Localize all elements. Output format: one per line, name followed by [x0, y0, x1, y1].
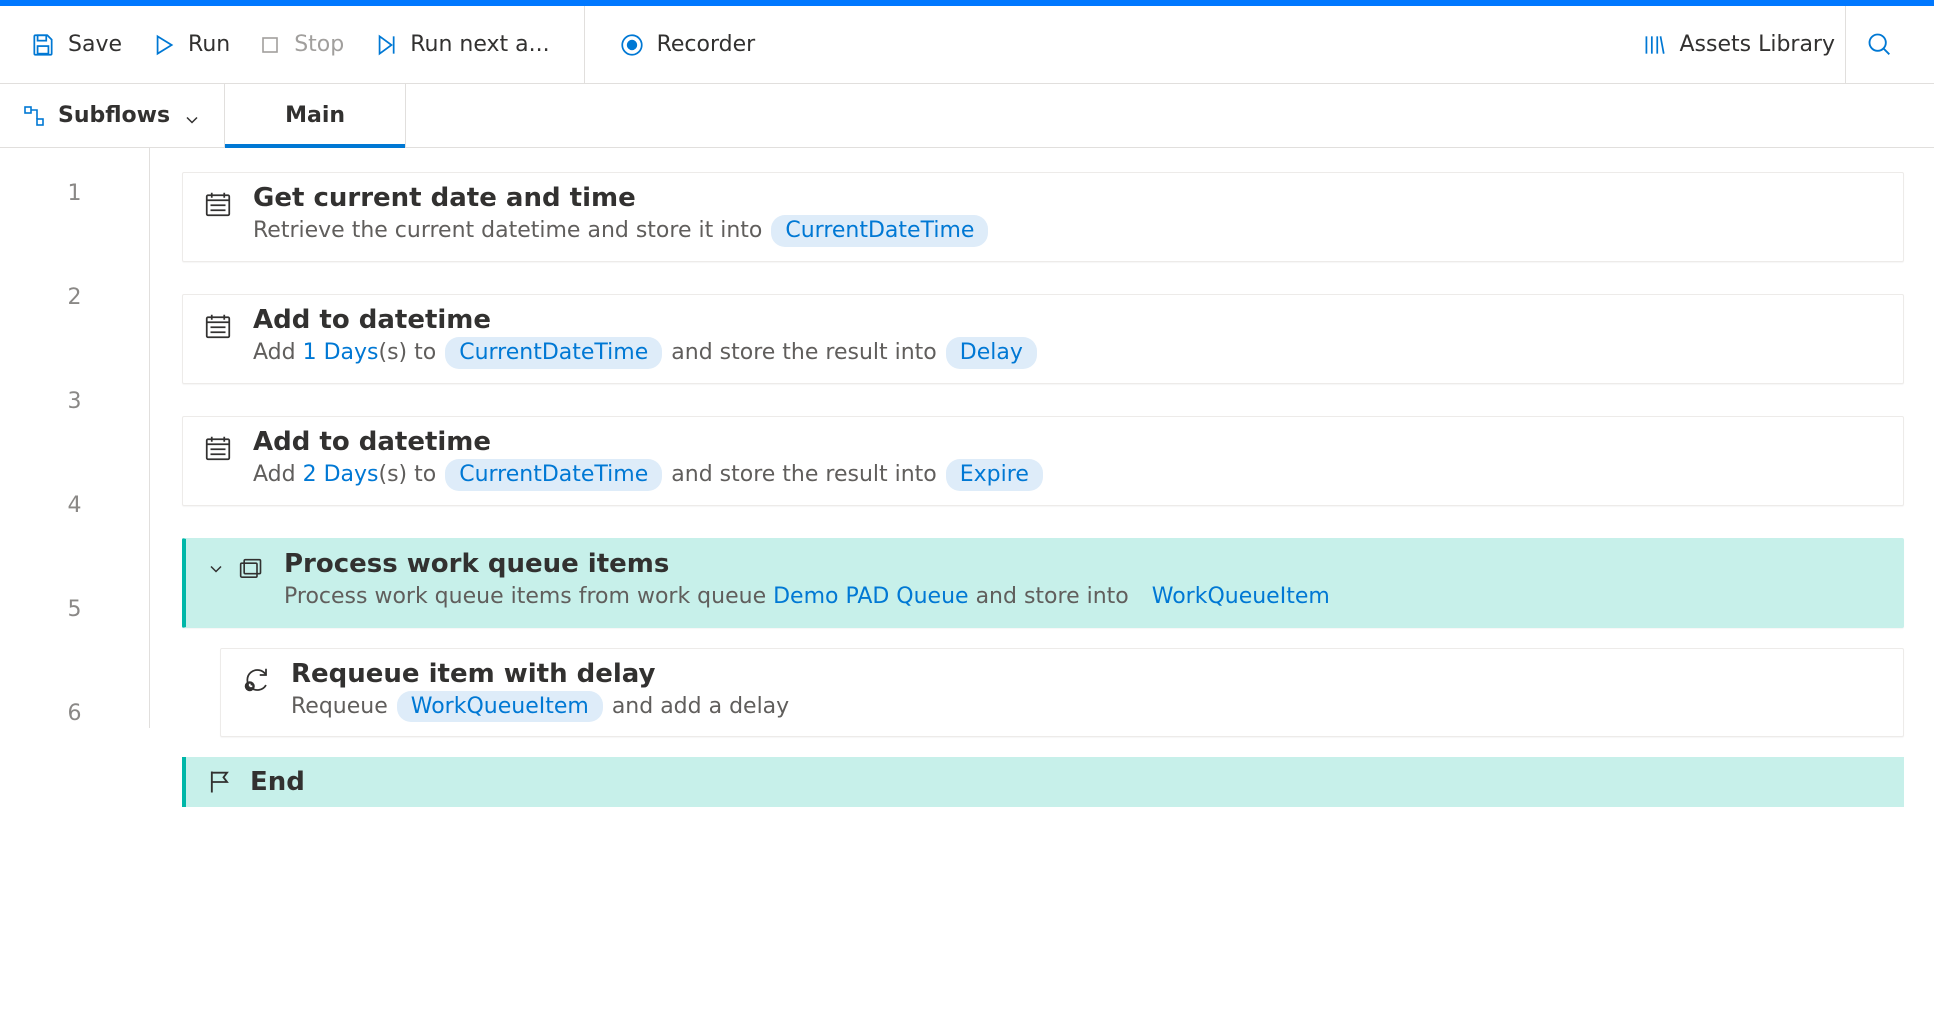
variable-pill[interactable]: CurrentDateTime: [445, 459, 662, 491]
value-link[interactable]: 1 Days: [303, 340, 379, 365]
step-body: Add to datetime Add 2 Days(s) to Current…: [253, 427, 1883, 491]
step-end[interactable]: End: [182, 757, 1904, 807]
desc-text: and store the result into: [671, 462, 944, 487]
step-title: Get current date and time: [253, 183, 1883, 213]
chevron-down-icon: [182, 110, 202, 130]
stop-icon: [258, 33, 282, 57]
desc-text: Retrieve the current datetime and store …: [253, 218, 769, 243]
step-get-datetime[interactable]: Get current date and time Retrieve the c…: [182, 172, 1904, 262]
variable-pill[interactable]: Delay: [946, 337, 1037, 369]
desc-text: Add: [253, 340, 303, 365]
line-number: 1: [68, 178, 82, 208]
subflows-dropdown[interactable]: Subflows: [0, 84, 225, 147]
play-icon: [150, 32, 176, 58]
line-number: 6: [68, 698, 82, 728]
line-number: 5: [68, 594, 82, 624]
step-desc: Add 1 Days(s) to CurrentDateTime and sto…: [253, 337, 1883, 369]
variable-pill[interactable]: WorkQueueItem: [397, 691, 603, 723]
value-link[interactable]: 2 Days: [303, 462, 379, 487]
desc-text: Add: [253, 462, 303, 487]
step-process-queue[interactable]: Process work queue items Process work qu…: [182, 538, 1904, 628]
line-gutter: 1 2 3 4 5 6: [0, 148, 150, 728]
tabs-row: Subflows Main: [0, 84, 1934, 148]
desc-text: Requeue: [291, 694, 395, 719]
recorder-label: Recorder: [657, 32, 756, 57]
step-title: End: [250, 767, 305, 797]
calendar-icon: [203, 427, 233, 463]
desc-text: Process work queue items from work queue: [284, 584, 773, 609]
variable-pill[interactable]: Expire: [946, 459, 1043, 491]
save-button[interactable]: Save: [20, 26, 132, 64]
save-label: Save: [68, 32, 122, 57]
variable-pill[interactable]: CurrentDateTime: [445, 337, 662, 369]
chevron-down-icon[interactable]: [206, 559, 226, 579]
recorder-button[interactable]: Recorder: [609, 26, 766, 64]
tab-main[interactable]: Main: [225, 84, 406, 147]
toolbar-separator: [584, 6, 585, 84]
flag-icon: [206, 768, 234, 796]
run-button[interactable]: Run: [140, 26, 240, 64]
nested-block: Process work queue items Process work qu…: [182, 538, 1904, 808]
requeue-icon: [241, 659, 271, 695]
step-body: Requeue item with delay Requeue WorkQueu…: [291, 659, 1883, 723]
steps-list: Get current date and time Retrieve the c…: [150, 148, 1934, 831]
library-icon: [1641, 32, 1667, 58]
step-title: Add to datetime: [253, 427, 1883, 457]
step-add-datetime-2[interactable]: Add to datetime Add 2 Days(s) to Current…: [182, 416, 1904, 506]
step-body: Get current date and time Retrieve the c…: [253, 183, 1883, 247]
line-number: 4: [68, 490, 82, 520]
step-requeue-item[interactable]: Requeue item with delay Requeue WorkQueu…: [220, 648, 1904, 738]
step-desc: Retrieve the current datetime and store …: [253, 215, 1883, 247]
flow-canvas: 1 2 3 4 5 6 Get current date and time Re…: [0, 148, 1934, 831]
assets-label: Assets Library: [1679, 32, 1835, 57]
stop-label: Stop: [294, 32, 344, 57]
subflows-label: Subflows: [58, 103, 170, 128]
step-body: Add to datetime Add 1 Days(s) to Current…: [253, 305, 1883, 369]
stop-button: Stop: [248, 26, 354, 63]
search-button[interactable]: [1845, 6, 1914, 84]
step-controls: [206, 549, 264, 583]
toolbar-group-actions: Save Run Stop Run next a...: [20, 26, 560, 64]
calendar-icon: [203, 183, 233, 219]
line-number: 3: [68, 386, 82, 416]
toolbar: Save Run Stop Run next a... Recorder: [0, 6, 1934, 84]
desc-text: (s) to: [379, 340, 444, 365]
desc-text: and add a delay: [612, 694, 789, 719]
tab-main-label: Main: [285, 103, 345, 128]
assets-library-button[interactable]: Assets Library: [1631, 26, 1845, 64]
run-next-label: Run next a...: [410, 32, 549, 57]
variable-pill[interactable]: CurrentDateTime: [771, 215, 988, 247]
step-desc: Process work queue items from work queue…: [284, 581, 1883, 613]
run-label: Run: [188, 32, 230, 57]
step-desc: Add 2 Days(s) to CurrentDateTime and sto…: [253, 459, 1883, 491]
line-number: 2: [68, 282, 82, 312]
step-title: Process work queue items: [284, 549, 1883, 579]
desc-text: and store the result into: [671, 340, 944, 365]
subflows-icon: [22, 104, 46, 128]
step-add-datetime-1[interactable]: Add to datetime Add 1 Days(s) to Current…: [182, 294, 1904, 384]
calendar-icon: [203, 305, 233, 341]
step-title: Requeue item with delay: [291, 659, 1883, 689]
value-link[interactable]: Demo PAD Queue: [773, 584, 968, 609]
step-desc: Requeue WorkQueueItem and add a delay: [291, 691, 1883, 723]
save-icon: [30, 32, 56, 58]
search-icon: [1866, 31, 1894, 59]
run-next-button[interactable]: Run next a...: [362, 26, 559, 64]
variable-pill[interactable]: WorkQueueItem: [1138, 581, 1344, 613]
queue-icon: [236, 555, 264, 583]
step-title: Add to datetime: [253, 305, 1883, 335]
step-icon: [372, 32, 398, 58]
record-icon: [619, 32, 645, 58]
desc-text: (s) to: [379, 462, 444, 487]
step-body: Process work queue items Process work qu…: [284, 549, 1883, 613]
desc-text: and store into: [969, 584, 1136, 609]
